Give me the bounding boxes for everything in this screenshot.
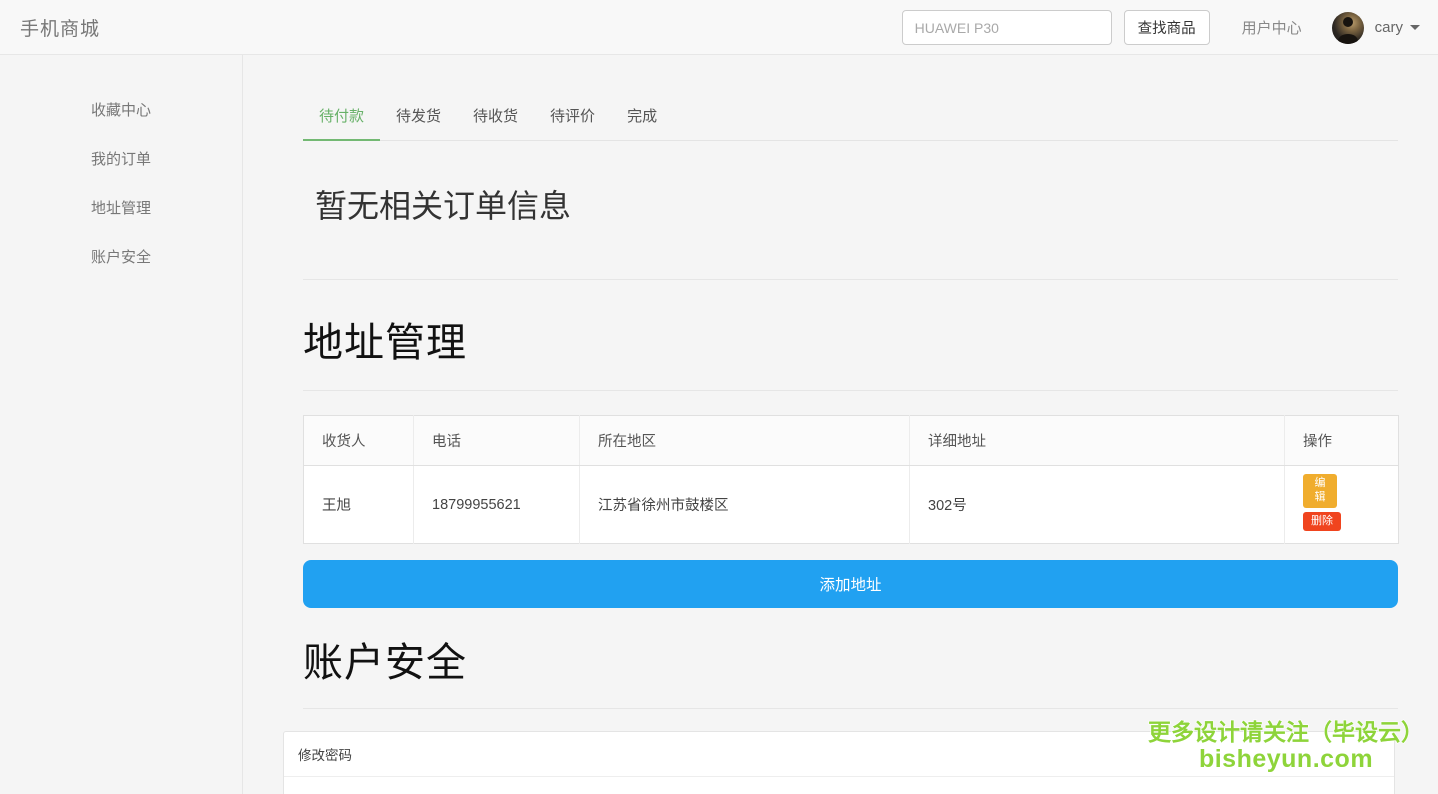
tab-pending-review[interactable]: 待评价 — [534, 97, 611, 141]
main-content: 待付款 待发货 待收货 待评价 完成 暂无相关订单信息 地址管理 收货人 电话 … — [243, 55, 1438, 794]
cell-recipient-name: 王旭 — [304, 466, 414, 544]
tab-pending-receipt[interactable]: 待收货 — [457, 97, 534, 141]
cell-operations: 编辑 删除 — [1285, 466, 1399, 544]
tab-completed[interactable]: 完成 — [611, 97, 673, 141]
cell-phone: 18799955621 — [414, 466, 580, 544]
navbar-right-group: 查找商品 用户中心 cary — [902, 0, 1420, 55]
sidebar-item-security[interactable]: 账户安全 — [0, 232, 242, 281]
column-header-detail: 详细地址 — [910, 416, 1285, 466]
user-menu[interactable]: cary — [1332, 12, 1420, 44]
security-section-title: 账户安全 — [303, 630, 1398, 709]
search-input[interactable] — [902, 10, 1112, 45]
change-password-panel-title: 修改密码 — [284, 732, 1394, 777]
address-table-body: 王旭 18799955621 江苏省徐州市鼓楼区 302号 编辑 删除 — [304, 466, 1399, 544]
address-table-head: 收货人 电话 所在地区 详细地址 操作 — [304, 416, 1399, 466]
delete-address-button[interactable]: 删除 — [1303, 512, 1341, 532]
column-header-name: 收货人 — [304, 416, 414, 466]
order-status-tabs: 待付款 待发货 待收货 待评价 完成 — [303, 97, 1398, 141]
edit-address-button[interactable]: 编辑 — [1303, 474, 1337, 508]
site-brand[interactable]: 手机商城 — [20, 14, 100, 41]
address-section-title: 地址管理 — [303, 310, 1398, 391]
table-header-row: 收货人 电话 所在地区 详细地址 操作 — [304, 416, 1399, 466]
add-address-button[interactable]: 添加地址 — [303, 560, 1398, 608]
address-table-wrapper: 收货人 电话 所在地区 详细地址 操作 王旭 18799955621 江苏省徐州… — [303, 415, 1398, 608]
column-header-operations: 操作 — [1285, 416, 1399, 466]
tab-pending-shipment[interactable]: 待发货 — [380, 97, 457, 141]
chevron-down-icon — [1410, 25, 1420, 30]
user-avatar-icon — [1332, 12, 1364, 44]
cell-detail-address: 302号 — [910, 466, 1285, 544]
column-header-region: 所在地区 — [580, 416, 910, 466]
sidebar-item-address[interactable]: 地址管理 — [0, 183, 242, 232]
table-row: 王旭 18799955621 江苏省徐州市鼓楼区 302号 编辑 删除 — [304, 466, 1399, 544]
search-button[interactable]: 查找商品 — [1124, 10, 1210, 45]
change-password-panel: 修改密码 当前密码 — [283, 731, 1395, 794]
sidebar: 收藏中心 我的订单 地址管理 账户安全 — [0, 55, 243, 794]
column-header-phone: 电话 — [414, 416, 580, 466]
sidebar-item-orders[interactable]: 我的订单 — [0, 134, 242, 183]
change-password-form: 当前密码 — [284, 777, 1394, 794]
user-center-link[interactable]: 用户中心 — [1242, 17, 1302, 38]
top-navbar: 手机商城 查找商品 用户中心 cary — [0, 0, 1438, 55]
tab-pending-payment[interactable]: 待付款 — [303, 97, 380, 141]
page-body: 收藏中心 我的订单 地址管理 账户安全 待付款 待发货 待收货 待评价 完成 暂… — [0, 55, 1438, 794]
empty-orders-message: 暂无相关订单信息 — [303, 141, 1398, 280]
cell-region: 江苏省徐州市鼓楼区 — [580, 466, 910, 544]
address-table: 收货人 电话 所在地区 详细地址 操作 王旭 18799955621 江苏省徐州… — [303, 415, 1399, 544]
username-label: cary — [1375, 19, 1403, 36]
sidebar-item-favorites[interactable]: 收藏中心 — [0, 85, 242, 134]
